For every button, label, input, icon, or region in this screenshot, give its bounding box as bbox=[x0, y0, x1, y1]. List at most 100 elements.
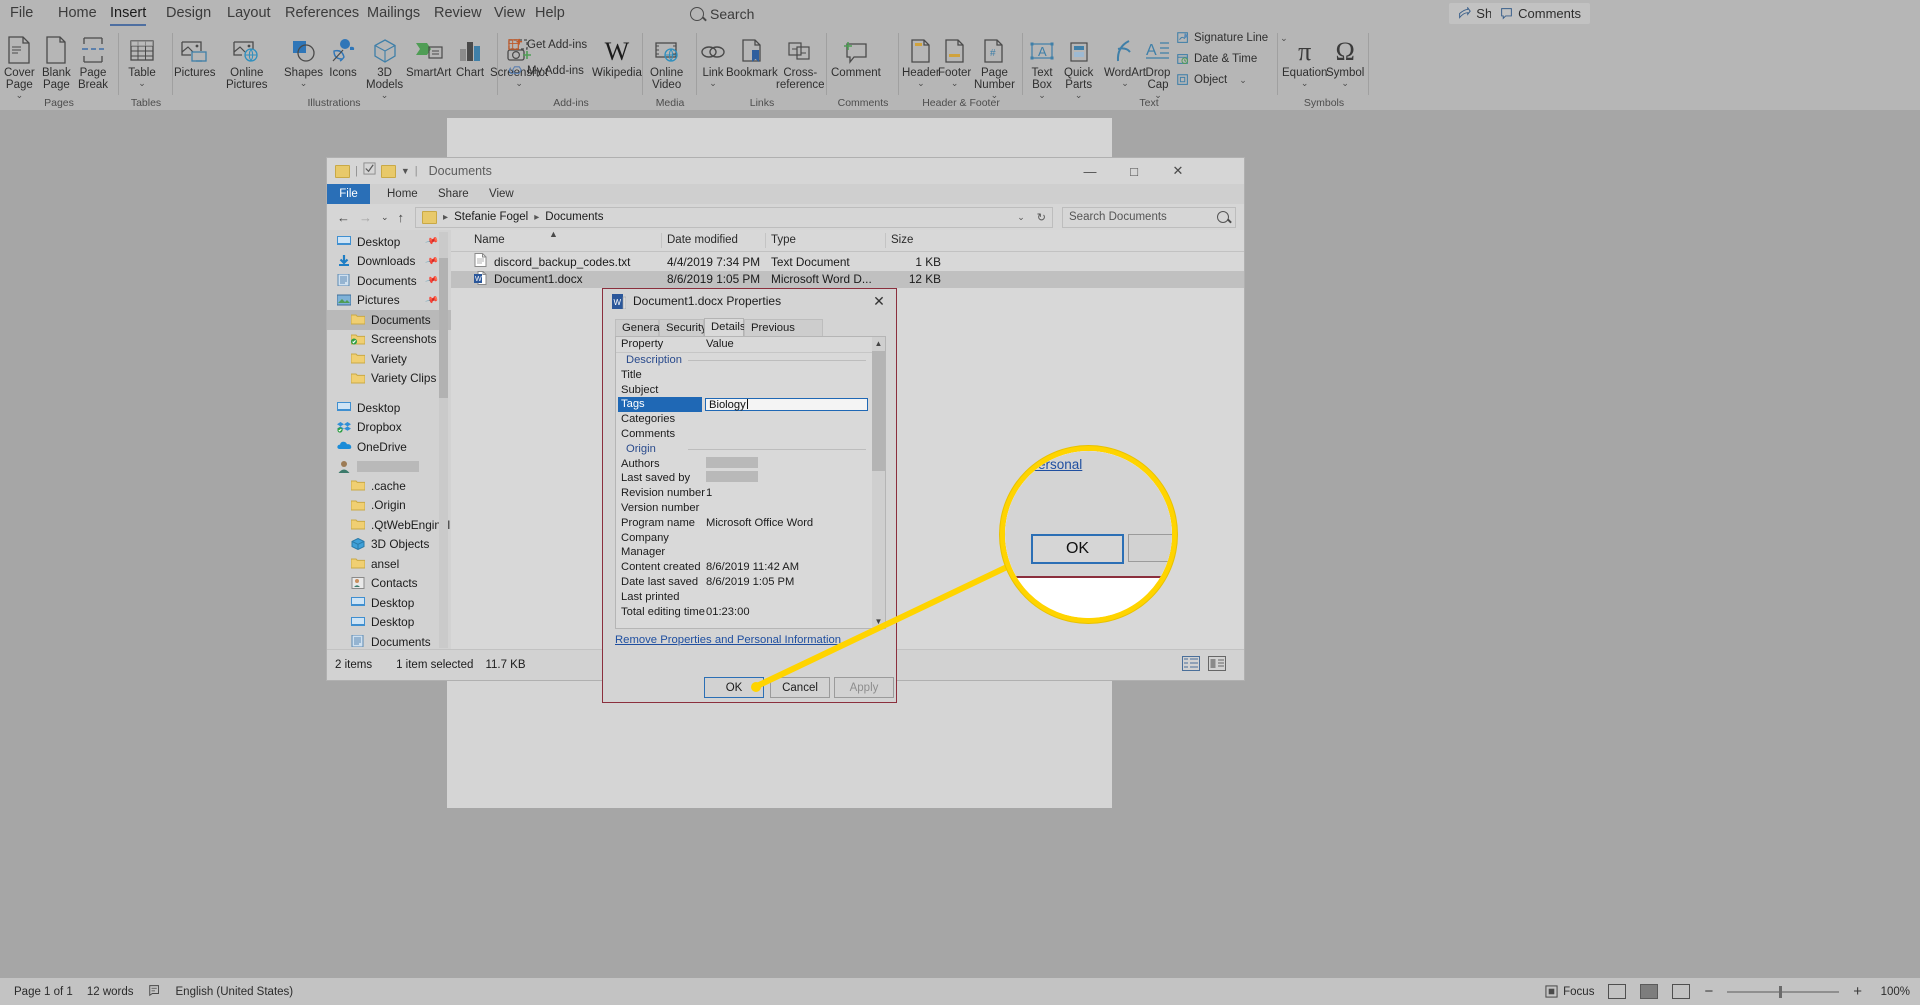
column-divider[interactable] bbox=[661, 233, 662, 248]
zoom-in-icon[interactable]: + bbox=[1853, 984, 1862, 999]
nav-item[interactable]: Desktop bbox=[327, 593, 451, 613]
table-button[interactable]: Table ⌄ bbox=[128, 31, 156, 88]
chevron-down-icon[interactable]: ⌄ bbox=[300, 79, 308, 88]
footer-button[interactable]: Footer ⌄ bbox=[938, 31, 971, 88]
details-view-button[interactable] bbox=[1182, 656, 1200, 674]
nav-item[interactable]: .cache bbox=[327, 476, 451, 496]
nav-item[interactable]: Documents 📌 bbox=[327, 271, 451, 291]
breadcrumb-documents[interactable]: Documents bbox=[545, 211, 603, 223]
tab-mailings[interactable]: Mailings bbox=[367, 2, 420, 25]
properties-row[interactable]: Manager bbox=[616, 545, 872, 560]
drop-cap-button[interactable]: A Drop Cap ⌄ bbox=[1144, 31, 1172, 100]
nav-item[interactable]: Documents bbox=[327, 310, 451, 330]
get-addins-button[interactable]: Get Add-ins bbox=[508, 37, 587, 52]
apply-button[interactable]: Apply bbox=[834, 677, 894, 698]
scroll-up-icon[interactable]: ▲ bbox=[872, 337, 885, 350]
nav-item[interactable]: Dropbox bbox=[327, 418, 451, 438]
column-type[interactable]: Type bbox=[771, 230, 796, 251]
breadcrumb-user[interactable]: Stefanie Fogel bbox=[454, 211, 528, 223]
nav-scrollbar-thumb[interactable] bbox=[439, 258, 448, 398]
chevron-down-icon[interactable]: ⌄ bbox=[709, 79, 717, 88]
chevron-down-icon[interactable]: ⌄ bbox=[138, 79, 146, 88]
nav-item[interactable]: Downloads 📌 bbox=[327, 252, 451, 272]
pin-icon[interactable]: 📌 bbox=[424, 254, 439, 269]
nav-item[interactable]: 3D Objects bbox=[327, 535, 451, 555]
zoom-slider[interactable] bbox=[1727, 985, 1840, 998]
chevron-down-icon[interactable]: ⌄ bbox=[1301, 79, 1309, 88]
magnified-ok-button[interactable]: OK bbox=[1031, 534, 1124, 564]
pin-icon[interactable]: 📌 bbox=[424, 234, 439, 249]
chevron-down-icon[interactable]: ▼ bbox=[401, 166, 410, 176]
explorer-tab-view[interactable]: View bbox=[479, 184, 524, 204]
up-icon[interactable]: ↑ bbox=[398, 210, 405, 225]
tab-file[interactable]: File bbox=[10, 2, 33, 25]
checkbox-icon[interactable] bbox=[363, 162, 376, 180]
tab-home[interactable]: Home bbox=[58, 2, 97, 25]
properties-row[interactable]: Tags Biology bbox=[616, 397, 872, 413]
explorer-tab-home[interactable]: Home bbox=[377, 184, 428, 204]
nav-item[interactable] bbox=[327, 457, 451, 477]
properties-row[interactable]: Authors bbox=[616, 456, 872, 472]
nav-item[interactable]: Contacts bbox=[327, 574, 451, 594]
properties-row[interactable]: Total editing time 01:23:00 bbox=[616, 605, 872, 620]
properties-scrollbar-thumb[interactable] bbox=[872, 351, 885, 471]
cross-reference-button[interactable]: Cross- reference bbox=[776, 31, 825, 91]
column-date-modified[interactable]: Date modified bbox=[667, 230, 738, 251]
quick-parts-button[interactable]: Quick Parts ⌄ bbox=[1064, 31, 1093, 100]
magnified-cancel-button[interactable] bbox=[1128, 534, 1172, 562]
properties-tab-details[interactable]: Details bbox=[704, 318, 746, 336]
nav-item[interactable]: Screenshots bbox=[327, 330, 451, 350]
chevron-down-icon[interactable]: ⌄ bbox=[1121, 79, 1129, 88]
tab-review[interactable]: Review bbox=[434, 2, 482, 25]
back-icon[interactable]: ← bbox=[337, 210, 350, 225]
nav-item[interactable]: .Origin bbox=[327, 496, 451, 516]
header-button[interactable]: Header ⌄ bbox=[902, 31, 940, 88]
smartart-button[interactable]: SmartArt bbox=[406, 31, 451, 79]
tab-insert[interactable]: Insert bbox=[110, 2, 147, 26]
cancel-button[interactable]: Cancel bbox=[770, 677, 830, 698]
column-size[interactable]: Size bbox=[891, 230, 913, 251]
search-input[interactable]: Search Documents bbox=[1062, 206, 1236, 228]
tab-view[interactable]: View bbox=[494, 2, 525, 25]
chevron-down-icon[interactable]: ⌄ bbox=[951, 79, 959, 88]
status-language[interactable]: English (United States) bbox=[176, 986, 294, 998]
maximize-button[interactable]: □ bbox=[1112, 158, 1156, 184]
symbol-button[interactable]: Ω Symbol ⌄ bbox=[1326, 31, 1364, 88]
properties-row[interactable]: Program name Microsoft Office Word bbox=[616, 516, 872, 531]
properties-row[interactable]: Last printed bbox=[616, 590, 872, 605]
link-button[interactable]: Link ⌄ bbox=[698, 31, 728, 88]
zoom-slider-knob[interactable] bbox=[1779, 985, 1783, 998]
date-time-button[interactable]: Date & Time bbox=[1176, 52, 1257, 66]
read-mode-icon[interactable] bbox=[1608, 984, 1627, 999]
property-value-input[interactable]: Biology bbox=[705, 397, 868, 412]
pin-icon[interactable]: 📌 bbox=[424, 273, 439, 288]
nav-item[interactable]: Desktop 📌 bbox=[327, 232, 451, 252]
properties-row[interactable]: Revision number 1 bbox=[616, 486, 872, 501]
table-row[interactable]: discord_backup_codes.txt 4/4/2019 7:34 PM… bbox=[451, 253, 1244, 271]
print-layout-icon[interactable] bbox=[1640, 984, 1659, 999]
wikipedia-button[interactable]: W Wikipedia bbox=[592, 31, 642, 80]
properties-row[interactable]: Content created 8/6/2019 11:42 AM bbox=[616, 560, 872, 575]
tab-layout[interactable]: Layout bbox=[227, 2, 271, 25]
wordart-button[interactable]: WordArt ⌄ bbox=[1104, 31, 1146, 88]
pictures-button[interactable]: Pictures bbox=[174, 31, 216, 79]
properties-row[interactable]: Categories bbox=[616, 412, 872, 427]
properties-row[interactable]: Subject bbox=[616, 383, 872, 398]
properties-row[interactable]: Comments bbox=[616, 427, 872, 442]
properties-tab-previous-versions[interactable]: Previous Versions bbox=[744, 319, 823, 351]
object-button[interactable]: Object ⌄ bbox=[1176, 73, 1247, 87]
recent-locations-icon[interactable]: ⌄ bbox=[381, 212, 389, 223]
properties-row[interactable]: Date last saved 8/6/2019 1:05 PM bbox=[616, 575, 872, 590]
explorer-tab-file[interactable]: File bbox=[327, 184, 370, 204]
bookmark-button[interactable]: Bookmark bbox=[726, 31, 778, 79]
properties-row[interactable]: Version number bbox=[616, 501, 872, 516]
breadcrumb[interactable]: ▸ Stefanie Fogel ▸ Documents ⌄ ↻ bbox=[415, 206, 1053, 228]
shapes-button[interactable]: Shapes ⌄ bbox=[284, 31, 323, 88]
properties-tab-general[interactable]: General bbox=[615, 319, 662, 336]
equation-button[interactable]: π Equation ⌄ bbox=[1282, 31, 1327, 88]
nav-item[interactable]: Pictures 📌 bbox=[327, 291, 451, 311]
nav-item[interactable]: OneDrive bbox=[327, 437, 451, 457]
zoom-out-icon[interactable]: − bbox=[1704, 984, 1713, 999]
tab-help[interactable]: Help bbox=[535, 2, 565, 25]
chevron-down-icon[interactable]: ⌄ bbox=[1239, 76, 1247, 85]
